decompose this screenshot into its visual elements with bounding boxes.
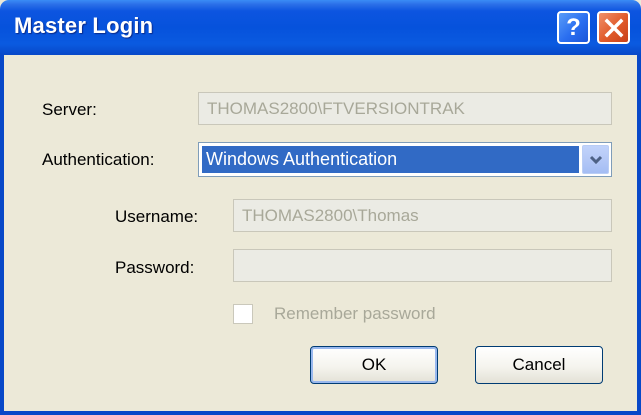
remember-password-label: Remember password [274,304,436,323]
cancel-button[interactable]: Cancel [475,346,603,384]
username-field: THOMAS2800\Thomas [233,199,612,232]
title-bar[interactable]: Master Login ? [0,0,641,55]
username-label: Username: [115,207,199,226]
close-icon [604,18,623,37]
remember-password-checkbox [233,304,253,324]
password-label: Password: [115,258,195,277]
authentication-label: Authentication: [42,150,155,169]
server-field: THOMAS2800\FTVERSIONTRAK [198,92,612,125]
close-button[interactable] [597,11,630,44]
dropdown-button[interactable] [582,145,609,174]
master-login-dialog: Master Login ? Server: THOMAS2800\FTVERS… [0,0,641,415]
help-button[interactable]: ? [557,11,590,44]
chevron-down-icon [589,155,602,164]
server-label: Server: [42,100,97,119]
authentication-selected-value: Windows Authentication [202,146,579,173]
ok-button[interactable]: OK [310,346,438,384]
authentication-select[interactable]: Windows Authentication [198,142,612,177]
window-title: Master Login [14,13,154,38]
password-field [233,249,612,282]
help-icon: ? [566,13,581,41]
